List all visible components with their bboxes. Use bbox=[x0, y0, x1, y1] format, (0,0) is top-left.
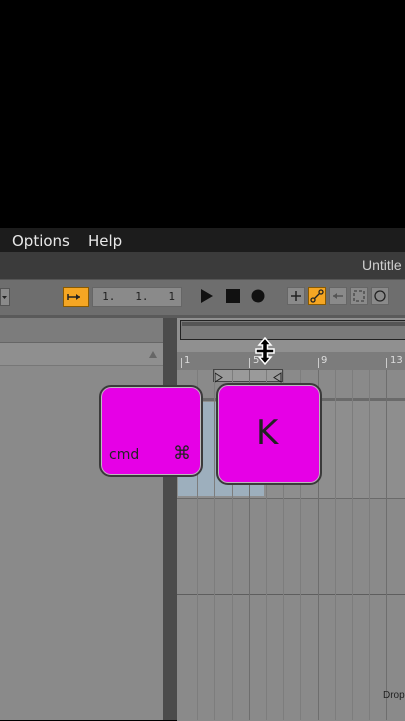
link-icon[interactable] bbox=[308, 287, 326, 305]
sort-arrow-icon[interactable] bbox=[148, 349, 158, 359]
cmd-key-overlay: cmd ⌘ bbox=[99, 385, 203, 477]
cmd-key-label: cmd bbox=[109, 447, 140, 463]
ruler-tick-1: 1 bbox=[184, 355, 191, 366]
command-symbol-icon: ⌘ bbox=[173, 443, 191, 464]
grid-line bbox=[386, 370, 387, 720]
play-icon[interactable] bbox=[199, 287, 215, 310]
ruler-mark bbox=[249, 358, 250, 368]
beat-ruler[interactable] bbox=[177, 352, 405, 370]
loop-brace[interactable] bbox=[213, 369, 283, 383]
ruler-mark bbox=[318, 358, 319, 368]
circle-icon[interactable] bbox=[371, 287, 389, 305]
ruler-mark bbox=[181, 358, 182, 368]
browser-column-header bbox=[0, 343, 163, 366]
add-icon[interactable] bbox=[287, 287, 305, 305]
menu-dropdown-icon[interactable] bbox=[0, 288, 10, 306]
browser-header bbox=[0, 318, 163, 343]
window-title: Untitle bbox=[362, 257, 402, 273]
menu-options[interactable]: Options bbox=[12, 232, 70, 250]
menu-bar: Options Help bbox=[0, 228, 405, 252]
panel-divider[interactable] bbox=[163, 318, 177, 720]
ruler-tick-9: 9 bbox=[321, 355, 328, 366]
k-key-overlay: K bbox=[216, 383, 322, 485]
title-bar: Untitle bbox=[0, 252, 405, 279]
back-icon[interactable] bbox=[329, 287, 347, 305]
overview-track bbox=[182, 322, 405, 326]
grid-line bbox=[369, 370, 370, 720]
position-field[interactable]: 1. 1. 1 bbox=[92, 287, 182, 307]
ruler-tick-13: 13 bbox=[390, 355, 403, 366]
browser-panel bbox=[0, 318, 163, 720]
track-lane[interactable] bbox=[177, 594, 405, 721]
drop-hint: Drop bbox=[383, 690, 405, 701]
fullscreen-icon[interactable] bbox=[350, 287, 368, 305]
grid-line bbox=[335, 370, 336, 720]
grid-line bbox=[352, 370, 353, 720]
position-value: 1. 1. 1 bbox=[102, 290, 175, 303]
ruler-mark bbox=[386, 358, 387, 368]
menu-help[interactable]: Help bbox=[88, 232, 122, 250]
track-lane[interactable] bbox=[177, 498, 405, 595]
follow-icon[interactable] bbox=[63, 287, 89, 307]
record-icon[interactable] bbox=[250, 287, 266, 310]
resize-cursor-icon bbox=[252, 336, 278, 370]
stop-icon[interactable] bbox=[225, 287, 241, 310]
k-key-label: K bbox=[256, 413, 279, 453]
grid-line bbox=[214, 370, 215, 720]
